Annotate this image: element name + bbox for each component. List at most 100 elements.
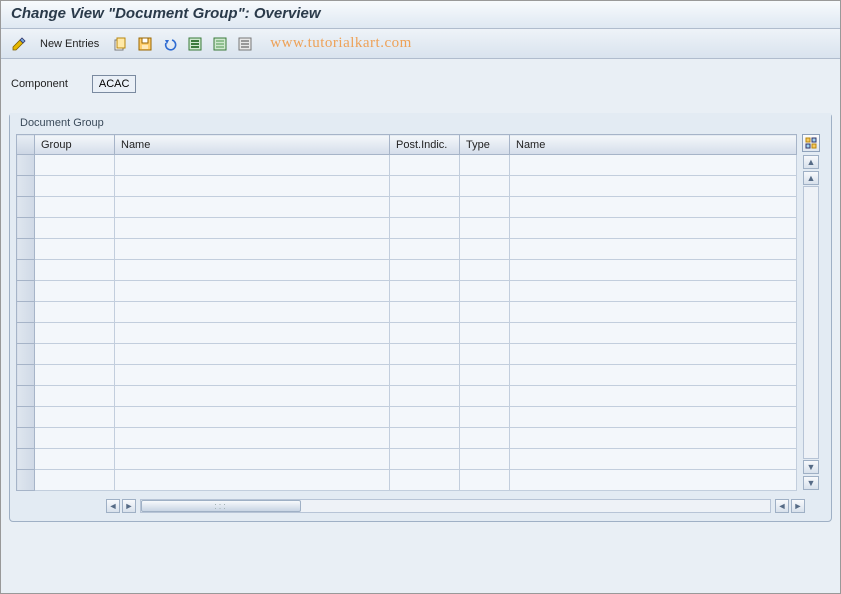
cell-c1[interactable] [35,323,115,344]
scroll-up-button[interactable]: ▲ [803,155,819,169]
cell-c3[interactable] [390,260,460,281]
cell-c5[interactable] [510,155,797,176]
component-field[interactable]: ACAC [92,75,137,93]
cell-c4[interactable] [460,449,510,470]
cell-c3[interactable] [390,449,460,470]
cell-c5[interactable] [510,386,797,407]
cell-c2[interactable] [115,197,390,218]
row-selector[interactable] [17,260,35,281]
cell-c3[interactable] [390,470,460,491]
cell-c3[interactable] [390,386,460,407]
cell-c3[interactable] [390,302,460,323]
cell-c2[interactable] [115,239,390,260]
cell-c5[interactable] [510,428,797,449]
cell-c1[interactable] [35,470,115,491]
deselect-all-icon[interactable] [210,34,230,54]
row-selector[interactable] [17,218,35,239]
cell-c5[interactable] [510,176,797,197]
cell-c3[interactable] [390,428,460,449]
hscroll-thumb[interactable]: ::: [141,500,301,512]
change-icon[interactable] [9,34,29,54]
row-selector[interactable] [17,281,35,302]
hscroll-left-button[interactable]: ◄ [106,499,120,513]
cell-c3[interactable] [390,218,460,239]
cell-c5[interactable] [510,407,797,428]
row-selector[interactable] [17,386,35,407]
cell-c5[interactable] [510,239,797,260]
row-selector[interactable] [17,365,35,386]
cell-c2[interactable] [115,302,390,323]
cell-c2[interactable] [115,428,390,449]
cell-c1[interactable] [35,197,115,218]
cell-c2[interactable] [115,449,390,470]
col-name1[interactable]: Name [115,135,390,155]
cell-c2[interactable] [115,344,390,365]
undo-icon[interactable] [160,34,180,54]
copy-icon[interactable] [110,34,130,54]
col-name2[interactable]: Name [510,135,797,155]
scroll-down-button-2[interactable]: ▼ [803,476,819,490]
row-selector[interactable] [17,449,35,470]
row-selector[interactable] [17,344,35,365]
col-group[interactable]: Group [35,135,115,155]
hscroll-right-end-button[interactable]: ► [791,499,805,513]
col-post-indic[interactable]: Post.Indic. [390,135,460,155]
print-icon[interactable] [235,34,255,54]
row-selector-header[interactable] [17,135,35,155]
cell-c4[interactable] [460,407,510,428]
col-type[interactable]: Type [460,135,510,155]
row-selector[interactable] [17,407,35,428]
cell-c1[interactable] [35,407,115,428]
cell-c1[interactable] [35,155,115,176]
cell-c2[interactable] [115,260,390,281]
new-entries-button[interactable]: New Entries [34,36,105,52]
cell-c4[interactable] [460,197,510,218]
row-selector[interactable] [17,155,35,176]
cell-c1[interactable] [35,386,115,407]
cell-c5[interactable] [510,260,797,281]
row-selector[interactable] [17,428,35,449]
cell-c5[interactable] [510,344,797,365]
cell-c1[interactable] [35,365,115,386]
cell-c2[interactable] [115,176,390,197]
row-selector[interactable] [17,323,35,344]
cell-c4[interactable] [460,239,510,260]
cell-c4[interactable] [460,281,510,302]
cell-c5[interactable] [510,197,797,218]
cell-c4[interactable] [460,470,510,491]
cell-c4[interactable] [460,176,510,197]
cell-c3[interactable] [390,281,460,302]
cell-c5[interactable] [510,365,797,386]
cell-c2[interactable] [115,323,390,344]
cell-c3[interactable] [390,365,460,386]
scroll-up-button-2[interactable]: ▲ [803,171,819,185]
row-selector[interactable] [17,239,35,260]
row-selector[interactable] [17,470,35,491]
cell-c1[interactable] [35,428,115,449]
cell-c1[interactable] [35,176,115,197]
cell-c3[interactable] [390,239,460,260]
cell-c1[interactable] [35,260,115,281]
cell-c1[interactable] [35,218,115,239]
cell-c4[interactable] [460,302,510,323]
table-settings-button[interactable] [802,134,820,152]
cell-c1[interactable] [35,344,115,365]
cell-c3[interactable] [390,197,460,218]
cell-c4[interactable] [460,344,510,365]
hscroll-right-button[interactable]: ► [122,499,136,513]
cell-c5[interactable] [510,470,797,491]
cell-c4[interactable] [460,218,510,239]
cell-c4[interactable] [460,428,510,449]
cell-c5[interactable] [510,302,797,323]
cell-c5[interactable] [510,449,797,470]
cell-c4[interactable] [460,155,510,176]
save-icon[interactable] [135,34,155,54]
hscroll-left-end-button[interactable]: ◄ [775,499,789,513]
cell-c1[interactable] [35,302,115,323]
cell-c5[interactable] [510,323,797,344]
scroll-down-button[interactable]: ▼ [803,460,819,474]
row-selector[interactable] [17,197,35,218]
hscroll-track[interactable]: ::: [140,499,771,513]
row-selector[interactable] [17,176,35,197]
cell-c2[interactable] [115,470,390,491]
